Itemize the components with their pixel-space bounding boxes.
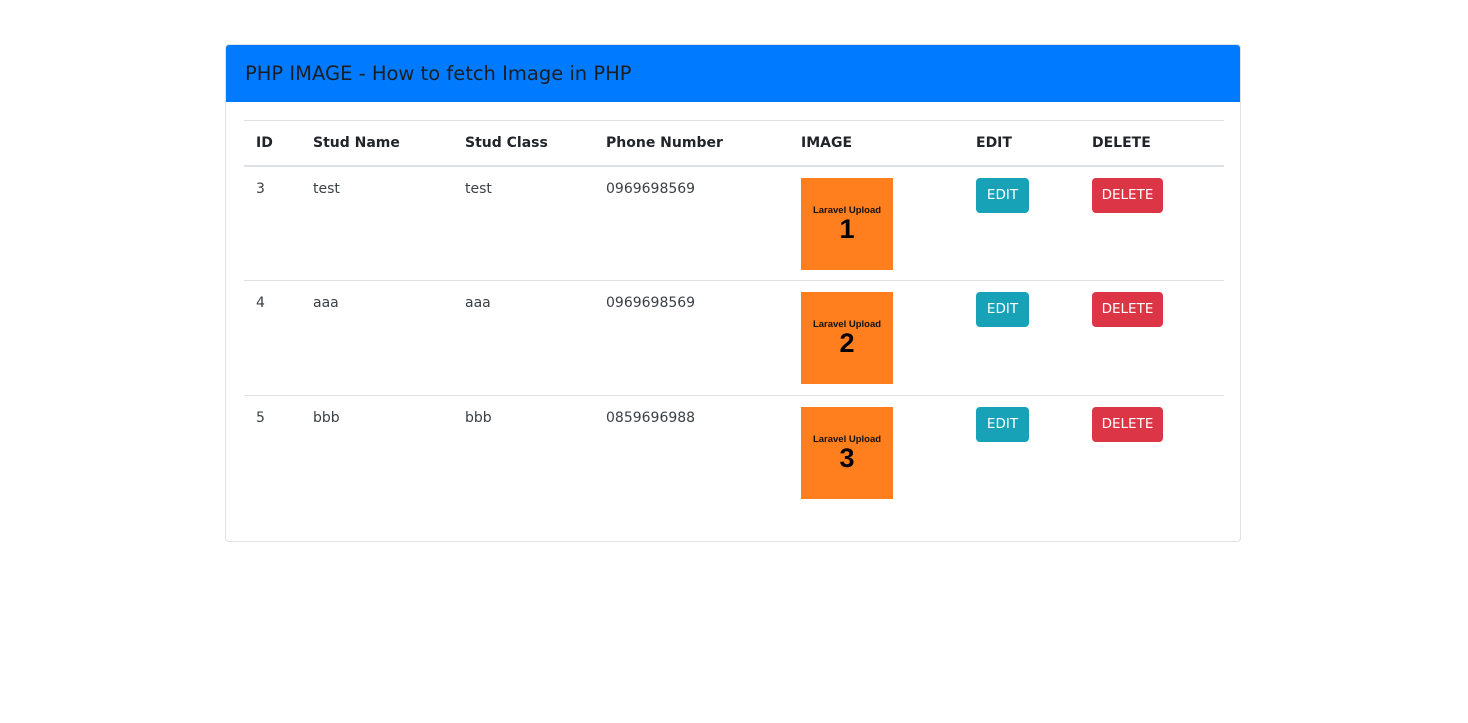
cell-stud-name: bbb (313, 410, 340, 426)
cell-phone-number: 0969698569 (606, 180, 696, 197)
card-header: PHP IMAGE - How to fetch Image in PHP (226, 45, 1240, 102)
table-row: 5 bbb bbb 0859696988 Laravel Upload 3 ED… (244, 395, 1224, 511)
card-body: ID Stud Name Stud Class Phone Number IMA… (226, 102, 1240, 511)
cell-id: 5 (256, 410, 265, 426)
cell-edit: EDIT (964, 281, 1080, 396)
thumbnail-number: 3 (839, 443, 855, 473)
edit-button[interactable]: EDIT (976, 407, 1029, 442)
cell-phone-number: 0969698569 (606, 295, 696, 311)
column-header-image: IMAGE (801, 134, 853, 151)
delete-button[interactable]: DELETE (1092, 292, 1163, 327)
cell-delete: DELETE (1080, 281, 1224, 396)
cell-stud-class: bbb (465, 410, 492, 426)
cell-image: Laravel Upload 1 (789, 166, 964, 281)
cell-id: 3 (256, 180, 265, 197)
students-card: PHP IMAGE - How to fetch Image in PHP ID… (225, 44, 1241, 542)
edit-button[interactable]: EDIT (976, 292, 1029, 327)
student-image-thumbnail: Laravel Upload 2 (801, 292, 893, 384)
cell-edit: EDIT (964, 396, 1080, 511)
cell-delete: DELETE (1080, 166, 1224, 281)
thumbnail-number: 2 (839, 328, 855, 358)
column-header-edit: EDIT (976, 134, 1012, 151)
cell-delete: DELETE (1080, 396, 1224, 511)
student-image-thumbnail: Laravel Upload 1 (801, 177, 893, 270)
column-header-id: ID (256, 134, 273, 151)
student-image-thumbnail: Laravel Upload 3 (801, 407, 893, 499)
thumbnail-number: 1 (839, 213, 855, 244)
cell-edit: EDIT (964, 166, 1080, 281)
page-title: PHP IMAGE - How to fetch Image in PHP (245, 62, 632, 85)
students-table: ID Stud Name Stud Class Phone Number IMA… (244, 120, 1224, 511)
cell-image: Laravel Upload 2 (789, 281, 964, 396)
table-row: 3 test test 0969698569 Laravel Upload 1 … (244, 166, 1224, 281)
cell-stud-class: test (465, 180, 492, 197)
delete-button[interactable]: DELETE (1092, 407, 1163, 442)
cell-image: Laravel Upload 3 (789, 396, 964, 511)
cell-phone-number: 0859696988 (606, 410, 696, 426)
table-header-row: ID Stud Name Stud Class Phone Number IMA… (244, 120, 1224, 166)
cell-stud-name: test (313, 180, 340, 197)
edit-button[interactable]: EDIT (976, 177, 1029, 213)
column-header-phone-number: Phone Number (606, 134, 723, 151)
column-header-stud-name: Stud Name (313, 134, 400, 151)
column-header-stud-class: Stud Class (465, 134, 548, 151)
column-header-delete: DELETE (1092, 134, 1151, 151)
cell-stud-class: aaa (465, 295, 491, 311)
cell-stud-name: aaa (313, 295, 339, 311)
cell-id: 4 (256, 295, 265, 311)
delete-button[interactable]: DELETE (1092, 177, 1163, 213)
table-row: 4 aaa aaa 0969698569 Laravel Upload 2 ED… (244, 280, 1224, 396)
